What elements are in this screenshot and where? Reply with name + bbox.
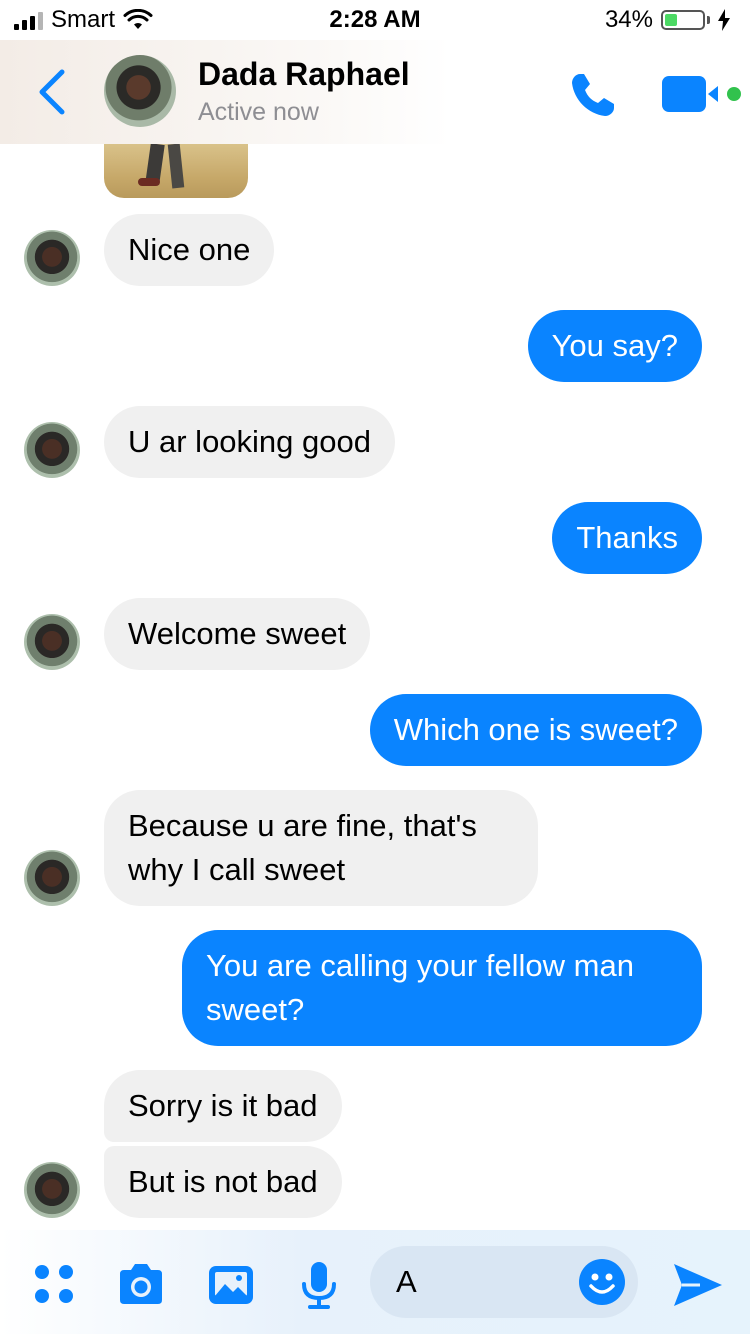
charging-bolt-icon [718, 9, 730, 31]
sender-avatar [24, 230, 80, 286]
camera-icon[interactable] [116, 1260, 166, 1310]
video-camera-icon[interactable] [662, 74, 744, 114]
message-composer: A [0, 1230, 750, 1334]
message-bubble-outgoing[interactable]: You are calling your fellow man sweet? [182, 930, 702, 1046]
message-input-value: A [396, 1264, 417, 1299]
battery-tip [707, 16, 710, 24]
message-bubble-outgoing[interactable]: Thanks [552, 502, 702, 574]
contact-name[interactable]: Dada Raphael [198, 56, 410, 93]
smiley-icon[interactable] [578, 1258, 626, 1306]
image-icon[interactable] [206, 1260, 256, 1310]
message-thread: Nice one You say? U ar looking good Than… [0, 144, 750, 1230]
contact-avatar[interactable] [104, 55, 176, 127]
message-bubble-incoming[interactable]: Nice one [104, 214, 275, 286]
sender-avatar [24, 422, 80, 478]
message-input[interactable]: A [370, 1246, 638, 1318]
send-arrow-icon[interactable] [670, 1260, 724, 1310]
status-right: 34% [605, 6, 730, 34]
conversation-header: Dada Raphael Active now [0, 40, 750, 144]
chevron-left-icon[interactable] [34, 68, 74, 116]
message-bubble-incoming[interactable]: Welcome sweet [104, 598, 371, 670]
microphone-icon[interactable] [294, 1260, 344, 1310]
shared-photo[interactable] [104, 144, 248, 198]
message-bubble-incoming[interactable]: But is not bad [104, 1146, 342, 1218]
battery-percent: 34% [604, 6, 653, 33]
phone-icon[interactable] [566, 68, 620, 122]
presence-status: Active now [198, 98, 319, 126]
message-bubble-incoming[interactable]: Because u are fine, that's why I call sw… [104, 790, 538, 906]
sender-avatar [24, 850, 80, 906]
message-bubble-incoming[interactable]: Sorry is it bad [104, 1070, 342, 1142]
sender-avatar [24, 614, 80, 670]
sender-avatar [24, 1162, 80, 1218]
battery-icon [661, 10, 705, 30]
four-dots-icon[interactable] [30, 1260, 80, 1310]
message-bubble-outgoing[interactable]: You say? [527, 310, 702, 382]
status-bar: Smart 2:28 AM 34% [0, 0, 750, 40]
message-bubble-incoming[interactable]: U ar looking good [104, 406, 395, 478]
message-bubble-outgoing[interactable]: Which one is sweet? [369, 694, 702, 766]
